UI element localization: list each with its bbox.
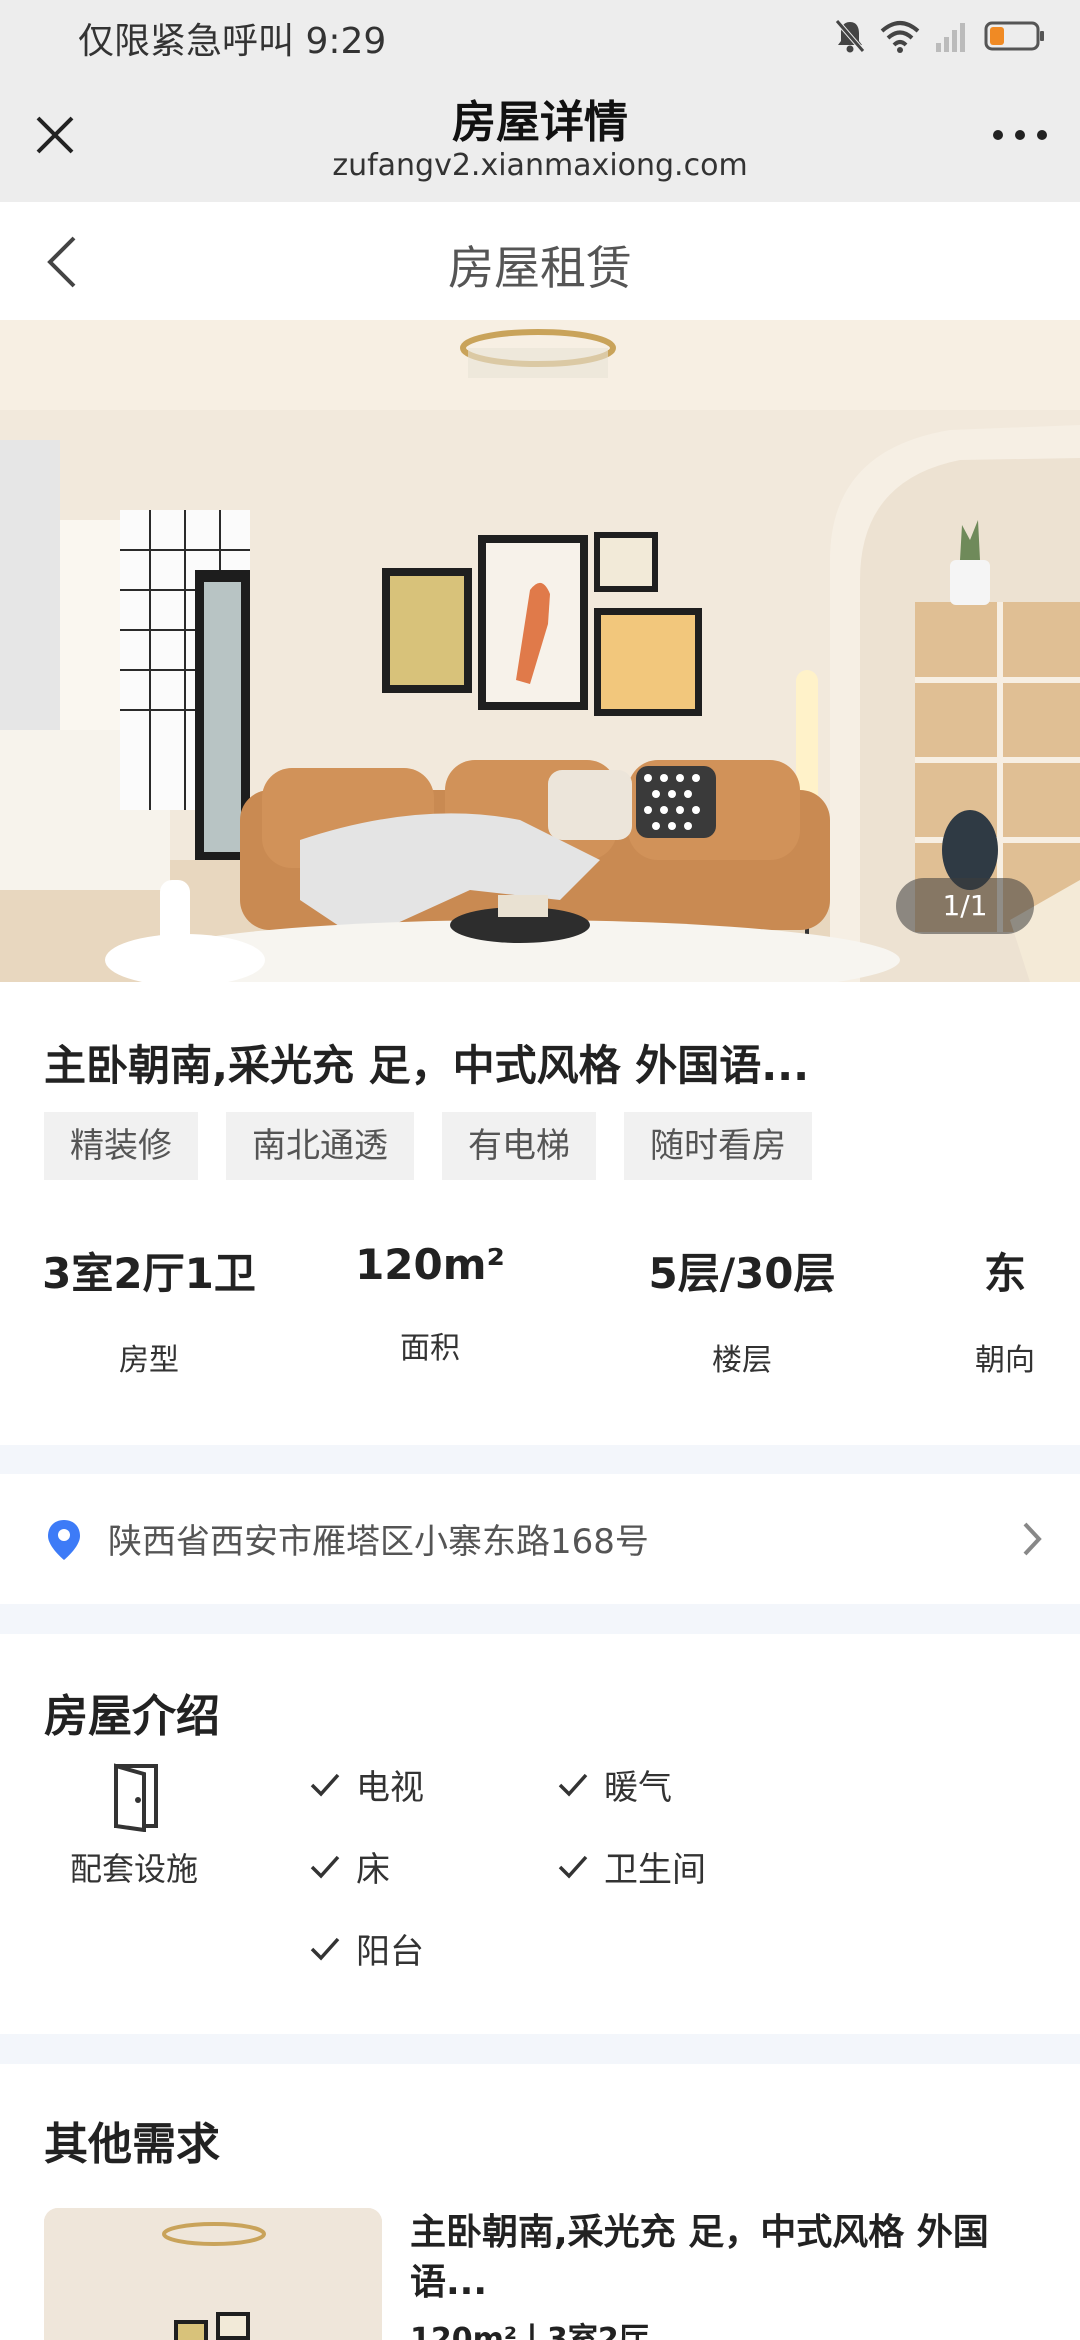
amenity-label: 暖气 xyxy=(604,1768,672,1808)
more-icon[interactable] xyxy=(990,120,1050,150)
signal-icon xyxy=(936,23,965,52)
stat-value: 3室2厅1卫 xyxy=(42,1249,256,1298)
recommend-thumbnail xyxy=(44,2208,382,2340)
amenity-item: 床 xyxy=(310,1842,390,1891)
mute-bell-icon xyxy=(835,19,865,53)
status-text: 仅限紧急呼叫 9:29 xyxy=(78,21,387,62)
image-counter: 1/1 xyxy=(896,878,1034,934)
browser-header: 房屋详情 zufangv2.xianmaxiong.com xyxy=(0,72,1080,202)
section-title: 其他需求 xyxy=(44,2119,220,2170)
listing-title: 主卧朝南,采光充 足，中式风格 外国语... xyxy=(44,1041,810,1090)
amenity-label: 阳台 xyxy=(356,1932,424,1972)
amenity-label: 床 xyxy=(356,1850,390,1890)
stat-orientation: 东 朝向 xyxy=(960,1240,1050,1379)
check-icon xyxy=(310,1855,340,1879)
check-icon xyxy=(310,1937,340,1961)
amenity-item: 卫生间 xyxy=(558,1842,706,1891)
tag: 随时看房 xyxy=(624,1112,812,1180)
stat-area: 120m² 面积 xyxy=(340,1240,520,1367)
browser-title: 房屋详情 xyxy=(452,97,628,148)
tag: 南北通透 xyxy=(226,1112,414,1180)
stat-label: 楼层 xyxy=(712,1343,772,1378)
stat-value: 5层/30层 xyxy=(648,1249,836,1298)
page-nav: 房屋租赁 xyxy=(0,202,1080,320)
check-icon xyxy=(310,1773,340,1797)
amenity-label: 卫生间 xyxy=(604,1850,706,1890)
listing-info-card: 主卧朝南,采光充 足，中式风格 外国语... 精装修 南北通透 有电梯 随时看房… xyxy=(0,982,1080,1445)
stat-floor: 5层/30层 楼层 xyxy=(622,1240,862,1379)
battery-icon xyxy=(984,21,1044,51)
hero-image[interactable]: 1/1 xyxy=(0,320,1080,982)
recommend-title: 主卧朝南,采光充 足，中式风格 外国语... xyxy=(410,2212,989,2303)
check-icon xyxy=(558,1855,588,1879)
stat-label: 面积 xyxy=(400,1331,460,1366)
location-pin-icon xyxy=(48,1520,80,1560)
address-row[interactable]: 陕西省西安市雁塔区小寨东路168号 xyxy=(0,1474,1080,1604)
address-text: 陕西省西安市雁塔区小寨东路168号 xyxy=(108,1522,649,1562)
chevron-right-icon xyxy=(1023,1522,1042,1556)
tag: 有电梯 xyxy=(442,1112,596,1180)
stat-label: 朝向 xyxy=(975,1343,1035,1378)
check-icon xyxy=(558,1773,588,1797)
tag-list: 精装修 南北通透 有电梯 随时看房 xyxy=(44,1112,812,1180)
browser-url: zufangv2.xianmaxiong.com xyxy=(332,148,748,183)
status-icons xyxy=(834,16,1046,56)
page-title: 房屋租赁 xyxy=(448,241,632,295)
house-intro-section: 房屋介绍 配套设施 电视 暖气 床 卫生间 阳台 xyxy=(0,1634,1080,2034)
stat-value: 120m² xyxy=(355,1240,505,1289)
amenity-item: 电视 xyxy=(310,1760,424,1809)
stat-label: 房型 xyxy=(119,1343,179,1378)
facility-label: 配套设施 xyxy=(70,1850,199,1888)
amenity-item: 暖气 xyxy=(558,1760,672,1809)
recommend-meta: 120m²丨3室2厅 xyxy=(410,2322,649,2340)
status-bar: 仅限紧急呼叫 9:29 xyxy=(0,0,1080,72)
stat-room-type: 3室2厅1卫 房型 xyxy=(34,1240,264,1379)
amenity-item: 阳台 xyxy=(310,1924,424,1973)
wifi-icon xyxy=(880,21,920,53)
section-title: 房屋介绍 xyxy=(44,1691,220,1742)
other-needs-section: 其他需求 主卧朝南,采光充 足，中式风格 外国语... 120m²丨3室2厅 xyxy=(0,2064,1080,2340)
amenity-label: 电视 xyxy=(356,1768,424,1808)
thumbnail-illustration xyxy=(44,2208,382,2340)
door-icon xyxy=(114,1763,158,1832)
stat-value: 东 xyxy=(983,1249,1026,1298)
tag: 精装修 xyxy=(44,1112,198,1180)
stats-row: 3室2厅1卫 房型 120m² 面积 5层/30层 楼层 东 朝向 xyxy=(0,1240,1080,1380)
